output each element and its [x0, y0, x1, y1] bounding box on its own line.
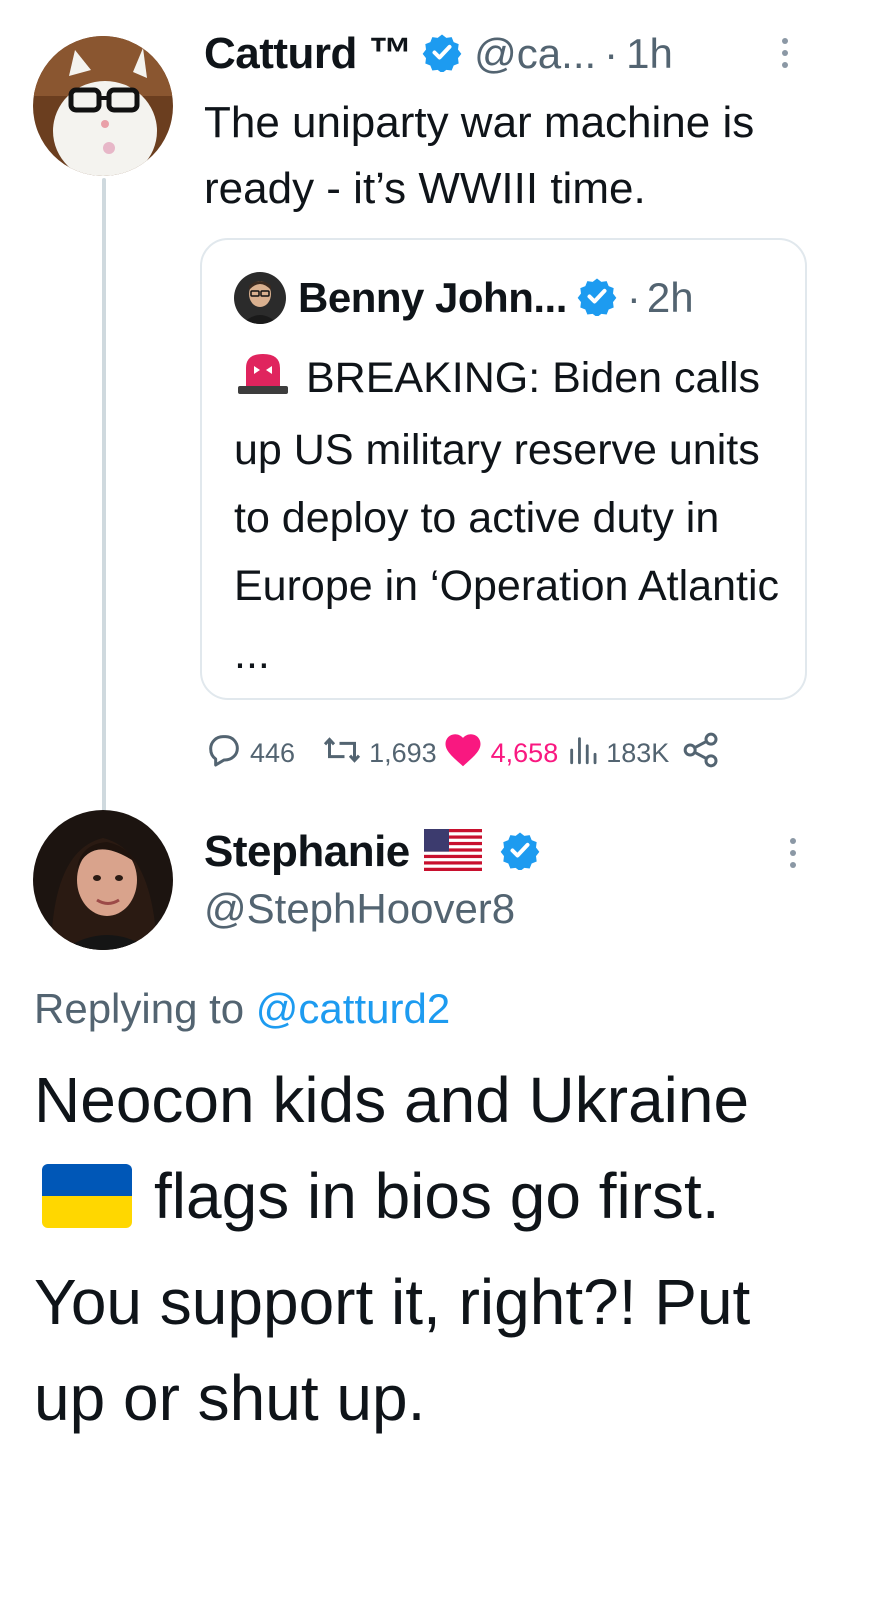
- views-count: 183K: [606, 737, 670, 768]
- author-name[interactable]: Catturd ™: [204, 29, 413, 79]
- like-icon: [441, 729, 485, 778]
- quoted-tweet[interactable]: Benny John... · 2h BREAKING: Biden calls…: [200, 238, 807, 700]
- avatar[interactable]: [33, 810, 173, 950]
- author-handle[interactable]: @ca...: [474, 30, 596, 78]
- share-button[interactable]: [681, 730, 721, 777]
- views-button[interactable]: 183K: [566, 732, 669, 775]
- separator: ·: [626, 274, 641, 321]
- like-count: 4,658: [490, 737, 559, 768]
- reply-text-part2: flags in bios go first. You support it, …: [34, 1160, 751, 1434]
- tweet-actions: 446 1,693 4,658 183K: [204, 728, 721, 778]
- retweet-icon: [321, 730, 363, 777]
- replying-to: Replying to @catturd2: [34, 985, 450, 1033]
- share-icon: [681, 730, 721, 777]
- verified-badge-icon: [422, 32, 462, 77]
- quoted-avatar: [234, 272, 286, 324]
- quoted-author-name[interactable]: Benny John...: [298, 274, 567, 322]
- reply-button[interactable]: 446: [204, 730, 295, 777]
- siren-icon: [234, 348, 292, 416]
- views-icon: [566, 732, 600, 775]
- replying-to-label: Replying to: [34, 985, 245, 1032]
- retweet-count: 1,693: [369, 737, 437, 768]
- separator: ·: [604, 30, 619, 77]
- more-vertical-icon[interactable]: [782, 38, 788, 68]
- verified-badge-icon: [577, 276, 617, 321]
- quoted-tweet-text: BREAKING: Biden calls up US military res…: [234, 344, 794, 688]
- avatar[interactable]: [33, 36, 173, 176]
- author-name[interactable]: Stephanie: [204, 827, 410, 877]
- tweet-text: The uniparty war machine is ready - it’s…: [204, 98, 755, 213]
- reply-text-part1: Neocon kids and Ukraine: [34, 1064, 750, 1136]
- reply-text: Neocon kids and Ukraine flags in bios go …: [34, 1052, 834, 1446]
- reply-count: 446: [250, 737, 296, 768]
- retweet-button[interactable]: 1,693: [321, 730, 437, 777]
- verified-badge-icon: [500, 830, 540, 875]
- ukraine-flag-icon: [42, 1158, 132, 1254]
- quoted-timestamp: 2h: [646, 274, 694, 321]
- author-handle[interactable]: @StephHoover8: [204, 885, 515, 933]
- replying-to-mention[interactable]: @catturd2: [256, 985, 450, 1032]
- like-button[interactable]: 4,658: [441, 729, 559, 778]
- quoted-text-body: BREAKING: Biden calls up US military res…: [234, 354, 779, 678]
- reply-icon: [204, 730, 244, 777]
- more-vertical-icon[interactable]: [790, 838, 796, 868]
- quoted-tweet-header: Benny John... · 2h: [234, 268, 694, 328]
- thread-line: [102, 178, 106, 812]
- reply-header: Stephanie: [204, 822, 540, 882]
- timestamp[interactable]: 1h: [626, 30, 673, 78]
- tweet-header: Catturd ™ @ca... · 1h: [204, 28, 673, 80]
- us-flag-icon: [423, 828, 482, 876]
